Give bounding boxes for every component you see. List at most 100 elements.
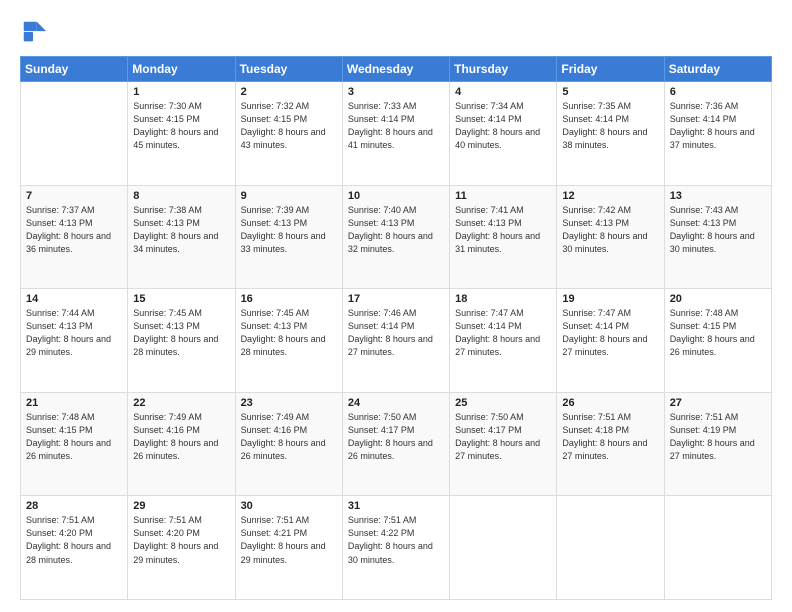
calendar-cell: 6 Sunrise: 7:36 AM Sunset: 4:14 PM Dayli… <box>664 82 771 186</box>
calendar-cell: 20 Sunrise: 7:48 AM Sunset: 4:15 PM Dayl… <box>664 289 771 393</box>
day-number: 19 <box>562 293 658 305</box>
weekday-header-thursday: Thursday <box>450 57 557 82</box>
day-number: 16 <box>241 293 337 305</box>
calendar-week-2: 7 Sunrise: 7:37 AM Sunset: 4:13 PM Dayli… <box>21 185 772 289</box>
header <box>20 18 772 46</box>
day-number: 5 <box>562 86 658 98</box>
calendar-cell: 30 Sunrise: 7:51 AM Sunset: 4:21 PM Dayl… <box>235 496 342 600</box>
cell-details: Sunrise: 7:33 AM Sunset: 4:14 PM Dayligh… <box>348 100 444 152</box>
calendar-cell: 24 Sunrise: 7:50 AM Sunset: 4:17 PM Dayl… <box>342 392 449 496</box>
day-number: 31 <box>348 500 444 512</box>
calendar-week-3: 14 Sunrise: 7:44 AM Sunset: 4:13 PM Dayl… <box>21 289 772 393</box>
logo-icon <box>20 18 48 46</box>
cell-details: Sunrise: 7:34 AM Sunset: 4:14 PM Dayligh… <box>455 100 551 152</box>
day-number: 30 <box>241 500 337 512</box>
cell-details: Sunrise: 7:41 AM Sunset: 4:13 PM Dayligh… <box>455 204 551 256</box>
calendar-cell: 19 Sunrise: 7:47 AM Sunset: 4:14 PM Dayl… <box>557 289 664 393</box>
day-number: 15 <box>133 293 229 305</box>
day-number: 20 <box>670 293 766 305</box>
day-number: 11 <box>455 190 551 202</box>
cell-details: Sunrise: 7:46 AM Sunset: 4:14 PM Dayligh… <box>348 307 444 359</box>
cell-details: Sunrise: 7:39 AM Sunset: 4:13 PM Dayligh… <box>241 204 337 256</box>
weekday-header-saturday: Saturday <box>664 57 771 82</box>
cell-details: Sunrise: 7:45 AM Sunset: 4:13 PM Dayligh… <box>133 307 229 359</box>
day-number: 2 <box>241 86 337 98</box>
weekday-header-sunday: Sunday <box>21 57 128 82</box>
calendar-cell: 3 Sunrise: 7:33 AM Sunset: 4:14 PM Dayli… <box>342 82 449 186</box>
cell-details: Sunrise: 7:51 AM Sunset: 4:19 PM Dayligh… <box>670 411 766 463</box>
cell-details: Sunrise: 7:36 AM Sunset: 4:14 PM Dayligh… <box>670 100 766 152</box>
cell-details: Sunrise: 7:37 AM Sunset: 4:13 PM Dayligh… <box>26 204 122 256</box>
calendar-cell: 7 Sunrise: 7:37 AM Sunset: 4:13 PM Dayli… <box>21 185 128 289</box>
day-number: 21 <box>26 397 122 409</box>
calendar-cell: 10 Sunrise: 7:40 AM Sunset: 4:13 PM Dayl… <box>342 185 449 289</box>
calendar-cell: 2 Sunrise: 7:32 AM Sunset: 4:15 PM Dayli… <box>235 82 342 186</box>
calendar-cell <box>21 82 128 186</box>
calendar-cell: 27 Sunrise: 7:51 AM Sunset: 4:19 PM Dayl… <box>664 392 771 496</box>
day-number: 1 <box>133 86 229 98</box>
weekday-header-tuesday: Tuesday <box>235 57 342 82</box>
cell-details: Sunrise: 7:42 AM Sunset: 4:13 PM Dayligh… <box>562 204 658 256</box>
cell-details: Sunrise: 7:49 AM Sunset: 4:16 PM Dayligh… <box>241 411 337 463</box>
calendar-cell: 15 Sunrise: 7:45 AM Sunset: 4:13 PM Dayl… <box>128 289 235 393</box>
cell-details: Sunrise: 7:51 AM Sunset: 4:18 PM Dayligh… <box>562 411 658 463</box>
day-number: 18 <box>455 293 551 305</box>
day-number: 10 <box>348 190 444 202</box>
calendar-table: SundayMondayTuesdayWednesdayThursdayFrid… <box>20 56 772 600</box>
cell-details: Sunrise: 7:47 AM Sunset: 4:14 PM Dayligh… <box>562 307 658 359</box>
calendar-cell: 23 Sunrise: 7:49 AM Sunset: 4:16 PM Dayl… <box>235 392 342 496</box>
day-number: 7 <box>26 190 122 202</box>
cell-details: Sunrise: 7:51 AM Sunset: 4:20 PM Dayligh… <box>133 514 229 566</box>
day-number: 25 <box>455 397 551 409</box>
day-number: 3 <box>348 86 444 98</box>
cell-details: Sunrise: 7:48 AM Sunset: 4:15 PM Dayligh… <box>670 307 766 359</box>
day-number: 14 <box>26 293 122 305</box>
day-number: 24 <box>348 397 444 409</box>
day-number: 8 <box>133 190 229 202</box>
calendar-week-4: 21 Sunrise: 7:48 AM Sunset: 4:15 PM Dayl… <box>21 392 772 496</box>
cell-details: Sunrise: 7:45 AM Sunset: 4:13 PM Dayligh… <box>241 307 337 359</box>
day-number: 28 <box>26 500 122 512</box>
weekday-header-monday: Monday <box>128 57 235 82</box>
calendar-cell: 18 Sunrise: 7:47 AM Sunset: 4:14 PM Dayl… <box>450 289 557 393</box>
cell-details: Sunrise: 7:40 AM Sunset: 4:13 PM Dayligh… <box>348 204 444 256</box>
day-number: 4 <box>455 86 551 98</box>
day-number: 12 <box>562 190 658 202</box>
calendar-cell: 26 Sunrise: 7:51 AM Sunset: 4:18 PM Dayl… <box>557 392 664 496</box>
cell-details: Sunrise: 7:51 AM Sunset: 4:20 PM Dayligh… <box>26 514 122 566</box>
calendar-cell: 31 Sunrise: 7:51 AM Sunset: 4:22 PM Dayl… <box>342 496 449 600</box>
day-number: 17 <box>348 293 444 305</box>
calendar-week-1: 1 Sunrise: 7:30 AM Sunset: 4:15 PM Dayli… <box>21 82 772 186</box>
page: SundayMondayTuesdayWednesdayThursdayFrid… <box>0 0 792 612</box>
calendar-cell: 28 Sunrise: 7:51 AM Sunset: 4:20 PM Dayl… <box>21 496 128 600</box>
cell-details: Sunrise: 7:47 AM Sunset: 4:14 PM Dayligh… <box>455 307 551 359</box>
calendar-cell: 5 Sunrise: 7:35 AM Sunset: 4:14 PM Dayli… <box>557 82 664 186</box>
calendar-cell: 9 Sunrise: 7:39 AM Sunset: 4:13 PM Dayli… <box>235 185 342 289</box>
day-number: 29 <box>133 500 229 512</box>
logo <box>20 18 52 46</box>
calendar-cell <box>450 496 557 600</box>
calendar-cell: 14 Sunrise: 7:44 AM Sunset: 4:13 PM Dayl… <box>21 289 128 393</box>
cell-details: Sunrise: 7:38 AM Sunset: 4:13 PM Dayligh… <box>133 204 229 256</box>
cell-details: Sunrise: 7:32 AM Sunset: 4:15 PM Dayligh… <box>241 100 337 152</box>
cell-details: Sunrise: 7:30 AM Sunset: 4:15 PM Dayligh… <box>133 100 229 152</box>
day-number: 9 <box>241 190 337 202</box>
calendar-cell: 22 Sunrise: 7:49 AM Sunset: 4:16 PM Dayl… <box>128 392 235 496</box>
day-number: 22 <box>133 397 229 409</box>
cell-details: Sunrise: 7:51 AM Sunset: 4:22 PM Dayligh… <box>348 514 444 566</box>
day-number: 13 <box>670 190 766 202</box>
calendar-cell <box>557 496 664 600</box>
calendar-cell: 25 Sunrise: 7:50 AM Sunset: 4:17 PM Dayl… <box>450 392 557 496</box>
day-number: 6 <box>670 86 766 98</box>
cell-details: Sunrise: 7:50 AM Sunset: 4:17 PM Dayligh… <box>455 411 551 463</box>
calendar-cell: 8 Sunrise: 7:38 AM Sunset: 4:13 PM Dayli… <box>128 185 235 289</box>
day-number: 23 <box>241 397 337 409</box>
calendar-cell: 1 Sunrise: 7:30 AM Sunset: 4:15 PM Dayli… <box>128 82 235 186</box>
weekday-header-wednesday: Wednesday <box>342 57 449 82</box>
day-number: 26 <box>562 397 658 409</box>
calendar-cell <box>664 496 771 600</box>
cell-details: Sunrise: 7:44 AM Sunset: 4:13 PM Dayligh… <box>26 307 122 359</box>
weekday-header-row: SundayMondayTuesdayWednesdayThursdayFrid… <box>21 57 772 82</box>
day-number: 27 <box>670 397 766 409</box>
weekday-header-friday: Friday <box>557 57 664 82</box>
